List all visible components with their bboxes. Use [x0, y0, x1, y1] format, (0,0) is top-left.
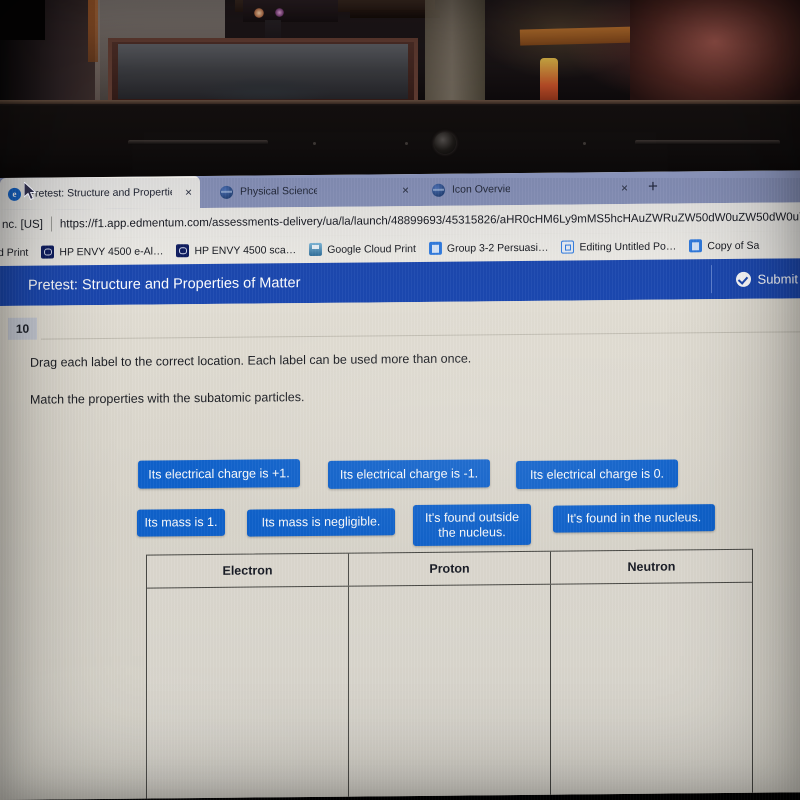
room-background	[0, 0, 800, 104]
close-icon[interactable]: ×	[402, 183, 409, 197]
drop-zone-neutron[interactable]	[550, 582, 752, 800]
bookmark-label: Group 3-2 Persuasi…	[446, 241, 549, 255]
cloud-print-icon	[309, 242, 323, 257]
column-header-proton: Proton	[348, 551, 550, 586]
drag-label-charge-positive[interactable]: Its electrical charge is +1.	[138, 459, 300, 489]
column-header-electron: Electron	[222, 563, 273, 578]
drop-zone-proton[interactable]	[348, 584, 550, 800]
drag-label-outside-nucleus[interactable]: It's found outside the nucleus.	[413, 503, 531, 547]
address-divider	[50, 216, 52, 232]
question-content: 10 Drag each label to the correct locati…	[0, 298, 800, 800]
url-text: https://f1.app.edmentum.com/assessments-…	[59, 210, 800, 230]
google-docs-icon	[428, 241, 442, 255]
device-led-amber-icon	[254, 8, 264, 18]
hp-printer-icon	[41, 245, 55, 259]
bookmark-label: d Print	[0, 246, 29, 259]
site-security-label: nc. [US]	[2, 218, 43, 231]
speaker-slit-left	[128, 140, 268, 145]
browser-tab-1[interactable]: Physical Science A v3.0 ×	[212, 174, 417, 208]
room-chair	[630, 0, 800, 104]
tab-title: Pretest: Structure and Properties	[28, 186, 172, 200]
globe-icon	[432, 183, 445, 197]
laptop-bezel	[0, 100, 800, 178]
bookmark-0[interactable]: d Print	[0, 246, 28, 258]
room-wood-beam	[519, 26, 641, 46]
drop-target-table: Electron Proton Neutron	[146, 548, 753, 800]
page-title: Pretest: Structure and Properties of Mat…	[28, 275, 301, 294]
browser-tab-2[interactable]: Icon Overview ×	[424, 172, 636, 206]
bezel-dot-right	[583, 142, 586, 145]
drag-label-mass-negligible[interactable]: Its mass is negligible.	[247, 508, 395, 537]
close-icon[interactable]: ×	[621, 181, 628, 195]
instruction-line-2: Match the properties with the subatomic …	[30, 390, 305, 407]
bookmark-3[interactable]: Google Cloud Print	[309, 242, 416, 257]
table-row	[147, 582, 752, 800]
bookmark-label: Copy of Sa	[707, 239, 760, 252]
header-divider	[711, 265, 712, 294]
submit-label: Submit	[757, 270, 798, 287]
device-led-violet-icon	[275, 8, 284, 17]
bookmark-label: Editing Untitled Po…	[579, 240, 677, 253]
bookmark-label: HP ENVY 4500 e-Al…	[59, 244, 164, 258]
room-bottle	[540, 58, 558, 104]
edge-logo-icon: e	[8, 187, 21, 201]
drop-zone-electron[interactable]	[147, 587, 348, 800]
google-docs-icon	[689, 239, 703, 253]
bookmark-label: HP ENVY 4500 sca…	[194, 243, 297, 257]
globe-icon	[220, 185, 233, 199]
drag-label-in-nucleus[interactable]: It's found in the nucleus.	[553, 504, 715, 533]
bezel-dot-mid	[405, 142, 408, 145]
column-header-neutron: Neutron	[550, 549, 752, 584]
header-rule	[41, 331, 800, 340]
laptop-screen: e Pretest: Structure and Properties × Ph…	[0, 170, 800, 800]
question-number-badge: 10	[8, 317, 37, 340]
drag-label-charge-negative[interactable]: Its electrical charge is -1.	[328, 459, 490, 489]
hp-printer-icon	[176, 244, 190, 258]
bezel-top-edge	[0, 100, 800, 104]
new-tab-button[interactable]: +	[648, 177, 658, 196]
tab-title: Icon Overview	[452, 183, 510, 196]
drag-label-mass-one[interactable]: Its mass is 1.	[137, 508, 225, 537]
room-curtain	[425, 0, 485, 104]
submit-button[interactable]: Submit	[735, 270, 798, 287]
bookmark-1[interactable]: HP ENVY 4500 e-Al…	[41, 244, 164, 259]
tab-title: Physical Science A v3.0	[240, 184, 317, 198]
browser-tab-0[interactable]: e Pretest: Structure and Properties ×	[0, 176, 200, 210]
instruction-line-1: Drag each label to the correct location.…	[30, 351, 472, 370]
room-post	[88, 0, 98, 62]
bookmark-4[interactable]: Group 3-2 Persuasi…	[428, 241, 549, 255]
bookmark-2[interactable]: HP ENVY 4500 sca…	[176, 243, 297, 258]
bookmark-6[interactable]: Copy of Sa	[689, 239, 759, 253]
speaker-slit-right	[635, 140, 780, 145]
bookmark-5[interactable]: Editing Untitled Po…	[561, 240, 676, 254]
google-slides-icon	[561, 240, 575, 254]
close-icon[interactable]: ×	[185, 185, 192, 199]
check-circle-icon	[735, 271, 751, 287]
photo-of-laptop-screen: e Pretest: Structure and Properties × Ph…	[0, 0, 800, 800]
webcam-icon	[434, 132, 456, 154]
bookmark-label: Google Cloud Print	[327, 242, 416, 256]
bezel-dot-left	[313, 142, 316, 145]
room-dark-corner	[0, 0, 45, 40]
drag-label-charge-zero[interactable]: Its electrical charge is 0.	[516, 459, 678, 490]
